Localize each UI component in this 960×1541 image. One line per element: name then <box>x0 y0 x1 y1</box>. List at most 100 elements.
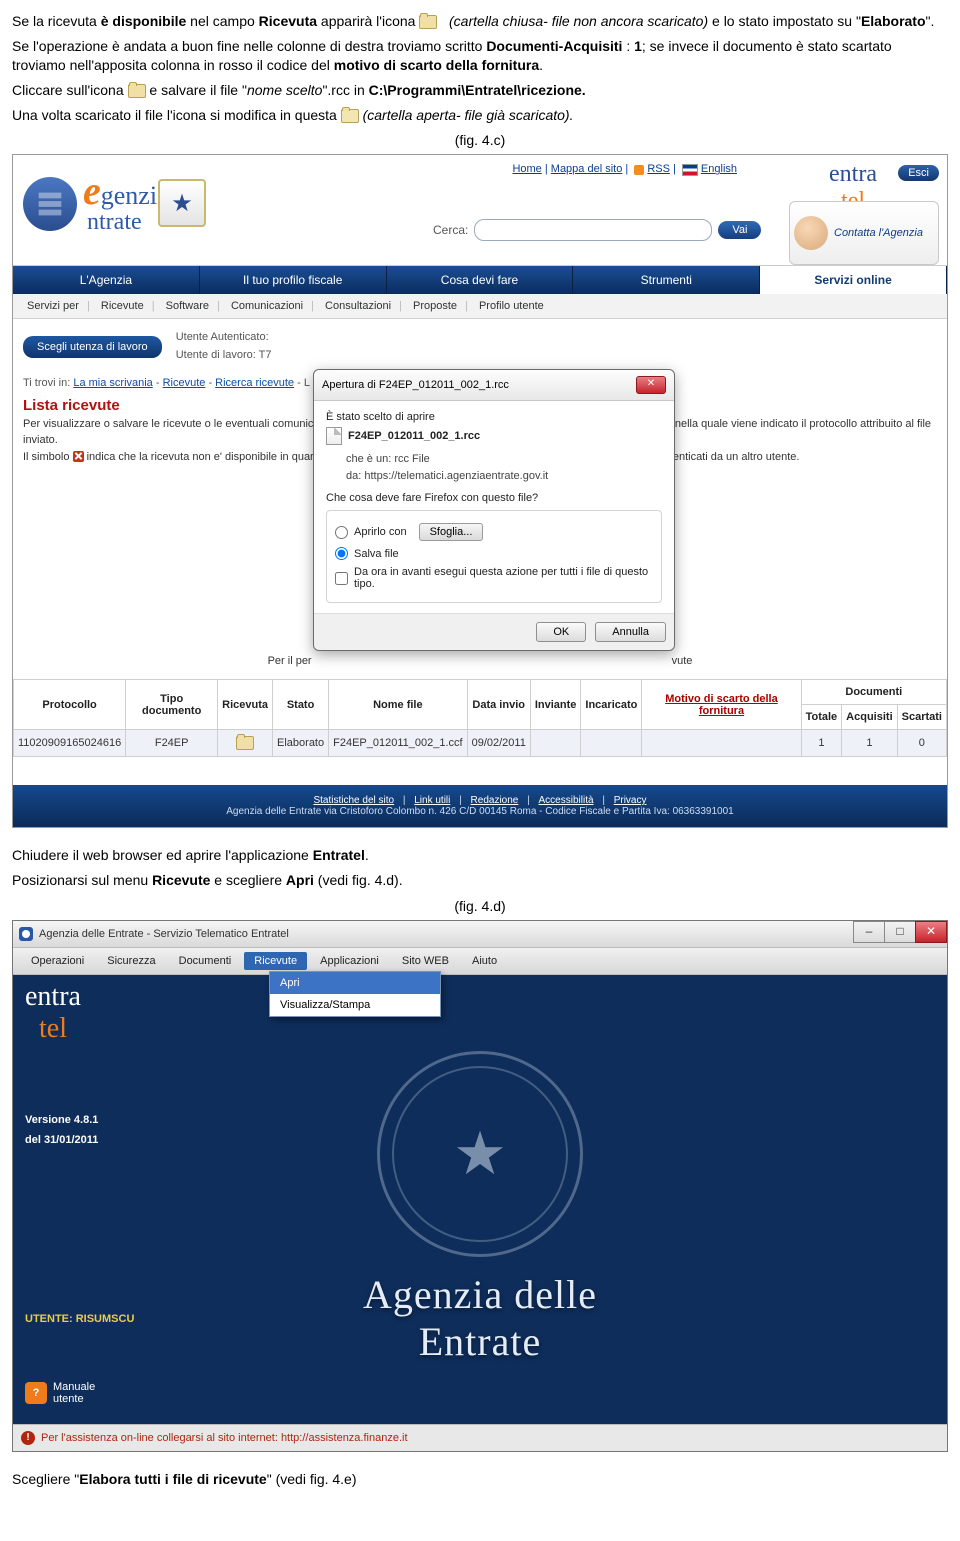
desktop-menubar: Operazioni Sicurezza Documenti Ricevute … <box>13 948 947 975</box>
footer-link-priv[interactable]: Privacy <box>614 795 647 806</box>
radio-save-file[interactable] <box>335 547 348 560</box>
sub-navbar: Servizi per| Ricevute| Software| Comunic… <box>13 294 947 319</box>
tab-servizi[interactable]: Servizi online <box>760 266 947 294</box>
app-icon <box>19 927 33 941</box>
folder-open-icon <box>341 109 359 123</box>
th-incaricato: Incaricato <box>581 680 642 730</box>
vai-button[interactable]: Vai <box>718 221 761 239</box>
not-available-icon <box>73 451 84 462</box>
checkbox-always[interactable] <box>335 572 348 585</box>
agenzia-logo: egenziantrate <box>23 173 169 234</box>
per-line: Per il pervute <box>13 655 947 667</box>
download-dialog: Apertura di F24EP_012011_002_1.rcc ✕ È s… <box>313 369 675 651</box>
window-close-button[interactable]: ✕ <box>915 921 947 943</box>
entratel-desktop-frame: Agenzia delle Entrate - Servizio Telemat… <box>12 920 948 1452</box>
menu-applicazioni[interactable]: Applicazioni <box>310 952 389 970</box>
esci-button[interactable]: Esci <box>898 165 939 181</box>
window-min-button[interactable]: – <box>853 921 885 943</box>
tab-strumenti[interactable]: Strumenti <box>573 266 760 294</box>
republic-crest-icon: ★ <box>158 179 206 227</box>
folder-closed-icon <box>128 84 146 98</box>
th-acquisiti: Acquisiti <box>842 705 897 730</box>
assist-bar: ! Per l'assistenza on-line collegarsi al… <box>13 1424 947 1451</box>
agent-avatar-icon <box>794 216 828 250</box>
rss-icon[interactable] <box>634 165 644 175</box>
submenu-apri[interactable]: Apri <box>270 972 440 994</box>
th-stato: Stato <box>273 680 329 730</box>
dialog-question: Che cosa deve fare Firefox con questo fi… <box>326 492 662 504</box>
dialog-close-button[interactable]: ✕ <box>636 376 666 394</box>
fig-4d-caption: (fig. 4.d) <box>12 898 948 914</box>
dialog-filename: F24EP_012011_002_1.rcc <box>348 430 480 442</box>
contatta-agenzia-button[interactable]: Contatta l'Agenzia <box>789 201 939 265</box>
center-emblem: ★ Agenzia delleEntrate <box>363 1051 597 1365</box>
crumb-ricerca[interactable]: Ricerca ricevute <box>215 377 294 389</box>
th-protocollo: Protocollo <box>14 680 126 730</box>
menu-operazioni[interactable]: Operazioni <box>21 952 94 970</box>
menu-ricevute[interactable]: Ricevute <box>244 952 307 970</box>
menu-aiuto[interactable]: Aiuto <box>462 952 507 970</box>
th-data: Data invio <box>467 680 530 730</box>
entratel-web-frame: egenziantrate ★ Home | Mappa del sito | … <box>12 154 948 828</box>
crumb-ricevute[interactable]: Ricevute <box>163 377 206 389</box>
link-home[interactable]: Home <box>512 163 541 175</box>
th-totale: Totale <box>801 705 842 730</box>
th-inviante: Inviante <box>530 680 581 730</box>
republic-emblem-icon: ★ <box>377 1051 583 1257</box>
ricevute-submenu: Apri Visualizza/Stampa <box>269 971 441 1017</box>
ricevute-table: Protocollo Tipo documento Ricevuta Stato… <box>13 679 947 757</box>
th-nome: Nome file <box>329 680 467 730</box>
submenu-visualizza[interactable]: Visualizza/Stampa <box>270 994 440 1016</box>
desktop-titlebar: Agenzia delle Entrate - Servizio Telemat… <box>13 921 947 948</box>
subnav-servizi-per[interactable]: Servizi per <box>27 300 79 312</box>
subnav-software[interactable]: Software <box>166 300 209 312</box>
intro-p4: Una volta scaricato il file l'icona si m… <box>12 106 948 125</box>
th-tipo: Tipo documento <box>126 680 218 730</box>
tab-agenzia[interactable]: L'Agenzia <box>13 266 200 294</box>
footer-link-stat[interactable]: Statistiche del sito <box>313 795 394 806</box>
top-links: Home | Mappa del sito | RSS | English <box>512 163 737 175</box>
utente-label: UTENTE: RISUMSCU <box>25 1313 134 1325</box>
footer-address: Agenzia delle Entrate via Cristoforo Col… <box>21 806 939 817</box>
sfoglia-button[interactable]: Sfoglia... <box>419 523 484 541</box>
cerca-label: Cerca: <box>433 223 468 237</box>
link-rss[interactable]: RSS <box>647 163 670 175</box>
radio-open-with[interactable] <box>335 526 348 539</box>
subnav-comunicazioni[interactable]: Comunicazioni <box>231 300 303 312</box>
crumb-scrivania[interactable]: La mia scrivania <box>73 377 152 389</box>
scegli-utenza-button[interactable]: Scegli utenza di lavoro <box>23 336 162 358</box>
entratel-brand: entra tel <box>25 981 81 1045</box>
subnav-profilo-utente[interactable]: Profilo utente <box>479 300 544 312</box>
th-documenti: Documenti <box>801 680 946 705</box>
window-max-button[interactable]: □ <box>884 921 916 943</box>
subnav-ricevute[interactable]: Ricevute <box>101 300 144 312</box>
main-navbar: L'Agenzia Il tuo profilo fiscale Cosa de… <box>13 266 947 294</box>
after-c-p2: Posizionarsi sul menu Ricevute e sceglie… <box>12 871 948 890</box>
document-icon <box>326 427 342 445</box>
link-mappa[interactable]: Mappa del sito <box>551 163 623 175</box>
folder-closed-icon[interactable] <box>236 736 254 750</box>
fig-4c-caption: (fig. 4.c) <box>12 132 948 148</box>
footer-link-util[interactable]: Link utili <box>414 795 450 806</box>
menu-sitoweb[interactable]: Sito WEB <box>392 952 459 970</box>
subnav-consultazioni[interactable]: Consultazioni <box>325 300 391 312</box>
menu-sicurezza[interactable]: Sicurezza <box>97 952 165 970</box>
agenzia-logo-icon <box>23 177 77 231</box>
dialog-cancel-button[interactable]: Annulla <box>595 622 666 642</box>
tab-profilo[interactable]: Il tuo profilo fiscale <box>200 266 387 294</box>
th-motivo[interactable]: Motivo di scarto della fornitura <box>642 680 801 730</box>
uk-flag-icon[interactable] <box>682 164 698 176</box>
intro-p2: Se l'operazione è andata a buon fine nel… <box>12 37 948 75</box>
footer-link-red[interactable]: Redazione <box>471 795 519 806</box>
dialog-filetype: che è un: rcc File <box>346 451 662 468</box>
dialog-ok-button[interactable]: OK <box>536 622 586 642</box>
link-english[interactable]: English <box>701 163 737 175</box>
manuale-button[interactable]: ? Manualeutente <box>25 1381 95 1405</box>
menu-documenti[interactable]: Documenti <box>169 952 242 970</box>
subnav-proposte[interactable]: Proposte <box>413 300 457 312</box>
tab-cosa[interactable]: Cosa devi fare <box>387 266 574 294</box>
th-scartati: Scartati <box>897 705 946 730</box>
search-input[interactable] <box>474 219 712 241</box>
footer-link-acc[interactable]: Accessibilità <box>539 795 594 806</box>
dialog-title: Apertura di F24EP_012011_002_1.rcc <box>322 379 509 391</box>
